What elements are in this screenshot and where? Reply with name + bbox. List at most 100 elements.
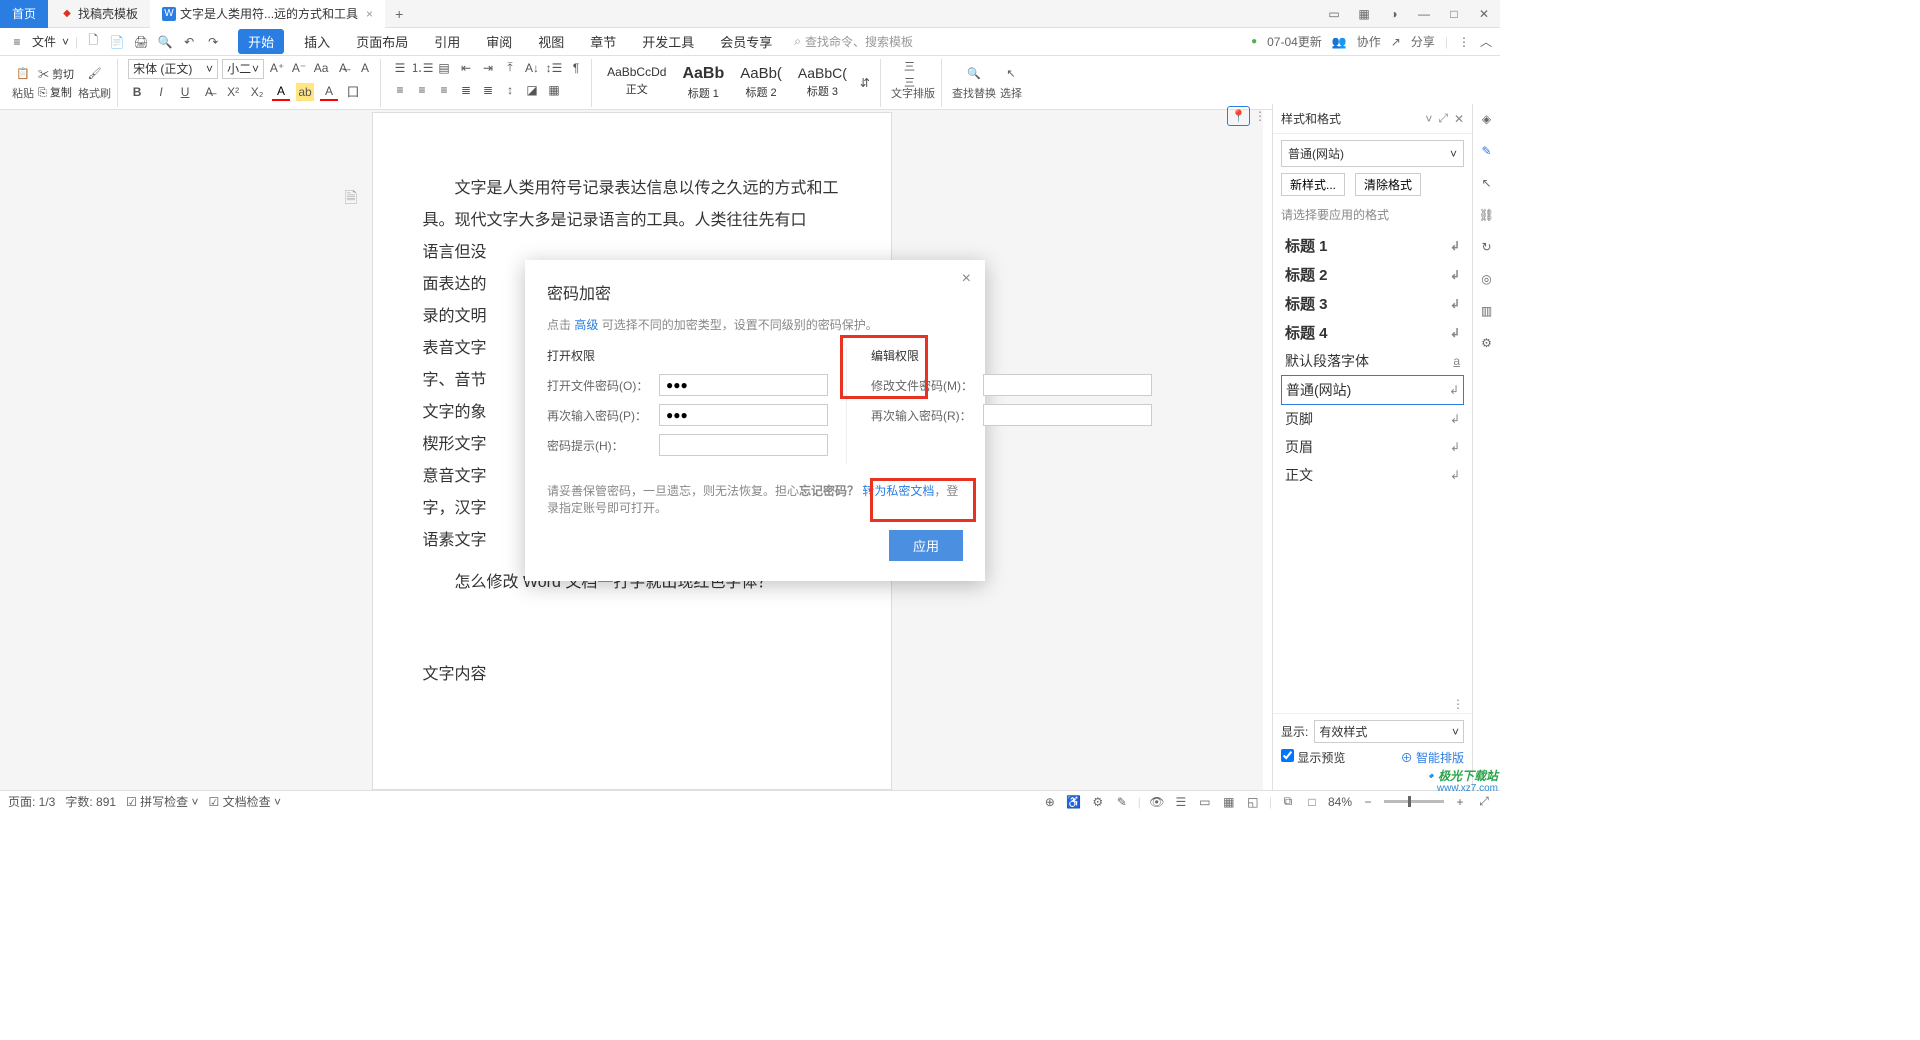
zoom-slider[interactable] xyxy=(1384,800,1444,803)
book-icon[interactable]: ▥ xyxy=(1478,302,1496,320)
list-dots-icon[interactable]: ⋮ xyxy=(1452,697,1464,711)
smart-layout-link[interactable]: ⊕ 智能排版 xyxy=(1401,749,1464,766)
shading-icon[interactable]: ◪ xyxy=(523,81,541,99)
more-icon[interactable]: ⋮ xyxy=(1458,35,1470,49)
align-center-icon[interactable]: ≡ xyxy=(413,81,431,99)
chevron-down-icon[interactable]: ˅ xyxy=(62,35,69,49)
align-left-icon[interactable]: ≡ xyxy=(391,81,409,99)
doccheck-toggle[interactable]: ☑ 文档检查 ˅ xyxy=(209,793,281,810)
show-marks-icon[interactable]: ¶ xyxy=(567,59,585,77)
tab-member[interactable]: 会员专享 xyxy=(714,29,778,54)
word-count[interactable]: 字数: 891 xyxy=(65,793,116,810)
style-body[interactable]: AaBbCcDd正文 xyxy=(602,62,671,104)
tab-view[interactable]: 视图 xyxy=(532,29,570,54)
copy-button[interactable]: ⎘ 复制 xyxy=(38,84,74,100)
nav-dots-icon[interactable]: ⋮ xyxy=(1254,109,1266,123)
open-confirm-input[interactable] xyxy=(659,404,828,426)
current-style-select[interactable]: 普通(网站)˅ xyxy=(1281,140,1464,167)
text-layout-button[interactable]: 三三文字排版 xyxy=(891,65,935,101)
fit-width-icon[interactable]: ⧉ xyxy=(1280,794,1296,810)
collab-button[interactable]: 协作 xyxy=(1357,33,1381,50)
new-style-button[interactable]: 新样式... xyxy=(1281,173,1345,196)
close-button[interactable]: ✕ xyxy=(1474,4,1494,24)
style-item-h3[interactable]: 标题 3↲ xyxy=(1281,289,1464,318)
settings-icon[interactable]: ⚙ xyxy=(1478,334,1496,352)
diamond-icon[interactable]: ◈ xyxy=(1478,110,1496,128)
print-icon[interactable]: 🖨 xyxy=(132,33,150,51)
redo-icon[interactable]: ↷ xyxy=(204,33,222,51)
view-fullscreen-icon[interactable]: ◱ xyxy=(1245,794,1261,810)
style-item-body[interactable]: 正文↲ xyxy=(1281,461,1464,489)
share-button[interactable]: 分享 xyxy=(1411,33,1435,50)
font-size-select[interactable]: 小二˅ xyxy=(222,59,264,79)
borders-icon[interactable]: ▦ xyxy=(545,81,563,99)
numbering-icon[interactable]: ⒈☰ xyxy=(413,59,431,77)
expand-icon[interactable]: ⤢ xyxy=(1476,794,1492,810)
zoom-in-icon[interactable]: + xyxy=(1452,794,1468,810)
distribute-icon[interactable]: ≣ xyxy=(479,81,497,99)
justify-icon[interactable]: ≣ xyxy=(457,81,475,99)
bullets-icon[interactable]: ☰ xyxy=(391,59,409,77)
view-web-icon[interactable]: ▦ xyxy=(1221,794,1237,810)
superscript-icon[interactable]: X² xyxy=(224,83,242,101)
advanced-link[interactable]: 高级 xyxy=(574,318,598,332)
more-styles-icon[interactable]: ⇵ xyxy=(856,74,874,92)
dialog-close-icon[interactable]: × xyxy=(962,270,971,288)
undo-icon[interactable]: ↶ xyxy=(180,33,198,51)
view-read-icon[interactable]: 👁 xyxy=(1149,794,1165,810)
open-password-input[interactable] xyxy=(659,374,828,396)
tab-developer[interactable]: 开发工具 xyxy=(636,29,700,54)
edit-status-icon[interactable]: ✎ xyxy=(1114,794,1130,810)
chain-icon[interactable]: ⛓ xyxy=(1478,206,1496,224)
find-replace-button[interactable]: 🔍查找替换 xyxy=(952,65,996,101)
hint-input[interactable] xyxy=(659,434,828,456)
zoom-value[interactable]: 84% xyxy=(1328,795,1352,809)
tab-templates[interactable]: ◆ 找稿壳模板 xyxy=(48,0,150,28)
tab-document-active[interactable]: W 文字是人类用符...远的方式和工具 × xyxy=(150,0,385,28)
char-shading-icon[interactable]: A xyxy=(320,83,338,101)
show-select[interactable]: 有效样式˅ xyxy=(1314,720,1464,743)
increase-indent-icon[interactable]: ⇥ xyxy=(479,59,497,77)
hamburger-icon[interactable]: ≡ xyxy=(8,33,26,51)
underline-icon[interactable]: U xyxy=(176,83,194,101)
select-button[interactable]: ↖选择 xyxy=(1000,65,1022,101)
fit-page-icon[interactable]: □ xyxy=(1304,794,1320,810)
format-painter-button[interactable]: 🖌 格式刷 xyxy=(78,65,111,101)
tab-start[interactable]: 开始 xyxy=(238,29,284,54)
clear-format-button[interactable]: 清除格式 xyxy=(1355,173,1421,196)
style-h3[interactable]: AaBbC(标题 3 xyxy=(793,62,852,104)
add-icon[interactable]: ⊕ xyxy=(1042,794,1058,810)
decrease-indent-icon[interactable]: ⇤ xyxy=(457,59,475,77)
spellcheck-toggle[interactable]: ☑ 拼写检查 ˅ xyxy=(126,793,198,810)
chevron-icon[interactable]: ︿ xyxy=(1480,33,1492,50)
tab-home[interactable]: 首页 xyxy=(0,0,48,28)
close-panel-icon[interactable]: ✕ xyxy=(1454,112,1464,126)
layout-icon[interactable]: ▭ xyxy=(1324,4,1344,24)
new-doc-icon[interactable]: 🗋 xyxy=(84,33,102,51)
font-name-select[interactable]: 宋体 (正文)˅ xyxy=(128,59,218,79)
command-search[interactable]: ⌕ 查找命令、搜索模板 xyxy=(794,33,913,50)
preview-checkbox[interactable]: 显示预览 xyxy=(1281,749,1345,766)
refresh-icon[interactable]: ↻ xyxy=(1478,238,1496,256)
font-color-icon[interactable]: A xyxy=(272,83,290,101)
pencil-icon[interactable]: ✎ xyxy=(1478,142,1496,160)
settings-status-icon[interactable]: ⚙ xyxy=(1090,794,1106,810)
tab-references[interactable]: 引用 xyxy=(428,29,466,54)
tab-stops-icon[interactable]: ⤒ xyxy=(501,59,519,77)
increase-font-icon[interactable]: A⁺ xyxy=(268,59,286,77)
tab-page-layout[interactable]: 页面布局 xyxy=(350,29,414,54)
change-case-icon[interactable]: Aa xyxy=(312,59,330,77)
subscript-icon[interactable]: X₂ xyxy=(248,83,266,101)
open-icon[interactable]: 📄 xyxy=(108,33,126,51)
style-item-header[interactable]: 页眉↲ xyxy=(1281,433,1464,461)
clear-format-icon[interactable]: A̶ xyxy=(334,59,352,77)
page-indicator[interactable]: 页面: 1/3 xyxy=(8,793,55,810)
highlight-icon[interactable]: ab xyxy=(296,83,314,101)
file-menu[interactable]: 文件 xyxy=(32,33,56,50)
tab-insert[interactable]: 插入 xyxy=(298,29,336,54)
char-border-icon[interactable]: 囗 xyxy=(344,83,362,101)
tab-sections[interactable]: 章节 xyxy=(584,29,622,54)
avatar-icon[interactable]: ◑ xyxy=(1384,4,1404,24)
style-item-default-font[interactable]: 默认段落字体a xyxy=(1281,347,1464,375)
edit-password-input[interactable] xyxy=(983,374,1152,396)
